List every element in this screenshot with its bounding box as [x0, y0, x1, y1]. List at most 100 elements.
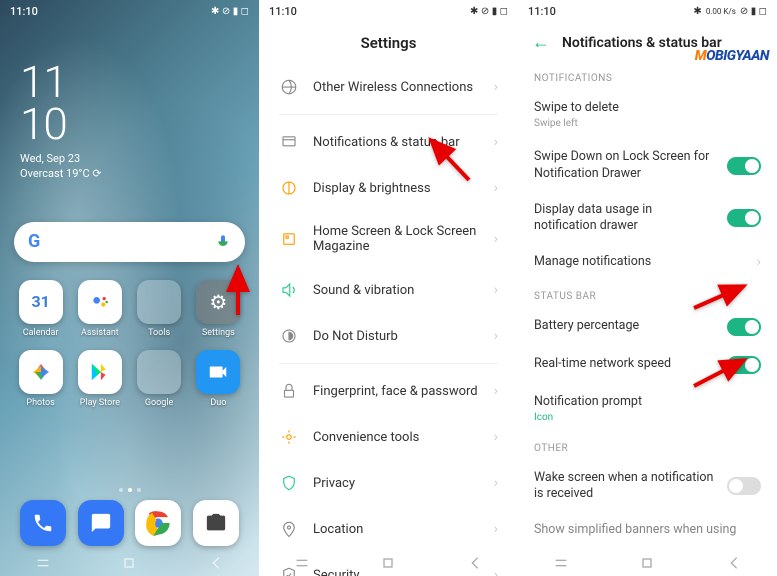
wireless-icon	[279, 77, 299, 97]
chevron-right-icon: ›	[494, 180, 498, 196]
app-settings[interactable]: ⚙Settings	[192, 280, 245, 338]
back-button[interactable]	[467, 555, 483, 571]
dnd-icon	[279, 326, 299, 346]
app-duo[interactable]: Duo	[192, 350, 245, 408]
status-time: 11:10	[269, 5, 297, 18]
home-button[interactable]	[380, 555, 396, 571]
back-button[interactable]	[208, 555, 224, 571]
chevron-right-icon: ›	[494, 521, 498, 537]
dock	[0, 500, 259, 546]
app-calendar[interactable]: 31Calendar	[14, 280, 67, 338]
back-button[interactable]	[726, 555, 742, 571]
google-search-bar[interactable]: G	[14, 222, 245, 262]
settings-item-homescreen[interactable]: Home Screen & Lock Screen Magazine›	[263, 211, 514, 267]
tools-icon	[279, 427, 299, 447]
pref-simplified-banners[interactable]: Show simplified banners when using	[518, 512, 777, 548]
pref-network-speed[interactable]: Real-time network speed	[518, 346, 777, 384]
pref-swipe-down[interactable]: Swipe Down on Lock Screen for Notificati…	[518, 139, 777, 192]
status-icons: ✱ 0.00 K/s ⊘ ▮ ◻	[693, 6, 767, 17]
chevron-right-icon: ›	[494, 79, 498, 95]
app-grid: 31Calendar Assistant Tools ⚙Settings Pho…	[0, 262, 259, 408]
folder-icon	[137, 350, 181, 394]
sound-icon	[279, 280, 299, 300]
status-time: 11:10	[10, 5, 38, 18]
clock-widget[interactable]: 11 10 Wed, Sep 23 Overcast 19°C ⟳	[0, 22, 259, 180]
notifications-settings-screen: 11:10 ✱ 0.00 K/s ⊘ ▮ ◻ ← Notifications &…	[518, 0, 777, 576]
app-play-store[interactable]: Play Store	[73, 350, 126, 408]
section-other: OTHER	[518, 433, 777, 460]
back-arrow-icon[interactable]: ←	[532, 32, 550, 53]
app-chrome[interactable]	[135, 500, 181, 546]
toggle-swipe-down[interactable]	[727, 157, 761, 175]
app-phone[interactable]	[20, 500, 66, 546]
app-tools-folder[interactable]: Tools	[133, 280, 186, 338]
toggle-network-speed[interactable]	[727, 356, 761, 374]
folder-icon	[137, 280, 181, 324]
chevron-right-icon: ›	[494, 429, 498, 445]
google-logo: G	[28, 231, 40, 252]
app-photos[interactable]: Photos	[14, 350, 67, 408]
clock-minute: 10	[20, 104, 259, 146]
play-store-icon	[78, 350, 122, 394]
toggle-battery[interactable]	[727, 318, 761, 336]
pref-notification-prompt[interactable]: Notification promptIcon	[518, 384, 777, 433]
settings-item-location[interactable]: Location›	[263, 506, 514, 552]
lock-icon	[279, 381, 299, 401]
settings-item-convenience[interactable]: Convenience tools›	[263, 414, 514, 460]
recents-button[interactable]	[294, 555, 310, 571]
settings-list: Other Wireless Connections› Notification…	[259, 64, 518, 576]
chevron-right-icon: ›	[494, 475, 498, 491]
app-assistant[interactable]: Assistant	[73, 280, 126, 338]
status-icons: ✱ ⊘ ▮ ◻	[470, 6, 508, 17]
pref-data-usage[interactable]: Display data usage in notification drawe…	[518, 192, 777, 245]
gear-icon: ⚙	[196, 280, 240, 324]
status-bar: 11:10 ✱ 0.00 K/s ⊘ ▮ ◻	[518, 0, 777, 22]
pref-manage-notifications[interactable]: Manage notifications›	[518, 244, 777, 280]
home-button[interactable]	[639, 555, 655, 571]
pref-battery-percentage[interactable]: Battery percentage	[518, 308, 777, 346]
clock-weather: Overcast 19°C ⟳	[20, 167, 259, 180]
settings-item-sound[interactable]: Sound & vibration›	[263, 267, 514, 313]
calendar-icon: 31	[19, 280, 63, 324]
home-button[interactable]	[121, 555, 137, 571]
mic-icon[interactable]	[215, 234, 231, 250]
chevron-right-icon: ›	[494, 328, 498, 344]
clock-date: Wed, Sep 23	[20, 152, 259, 165]
chevron-right-icon: ›	[757, 254, 761, 270]
app-camera[interactable]	[193, 500, 239, 546]
nav-bar	[0, 550, 259, 576]
toggle-wake-screen[interactable]	[727, 477, 761, 495]
nav-bar	[518, 550, 777, 576]
chevron-right-icon: ›	[494, 383, 498, 399]
section-status-bar: STATUS BAR	[518, 281, 777, 308]
status-bar: 11:10 ✱ ⊘ ▮ ◻	[259, 0, 518, 22]
nav-bar	[259, 550, 518, 576]
notification-icon	[279, 132, 299, 152]
privacy-icon	[279, 473, 299, 493]
toggle-data-usage[interactable]	[727, 209, 761, 227]
settings-item-notifications[interactable]: Notifications & status bar›	[263, 119, 514, 165]
assistant-icon	[78, 280, 122, 324]
chevron-right-icon: ›	[494, 231, 498, 247]
photos-icon	[19, 350, 63, 394]
home-icon	[279, 229, 299, 249]
chevron-right-icon: ›	[494, 282, 498, 298]
status-time: 11:10	[528, 5, 556, 18]
status-bar: 11:10 ✱ ⊘ ▮ ◻	[0, 0, 259, 22]
app-messages[interactable]	[78, 500, 124, 546]
recents-button[interactable]	[553, 555, 569, 571]
pref-swipe-delete[interactable]: Swipe to deleteSwipe left	[518, 90, 777, 139]
brightness-icon	[279, 178, 299, 198]
settings-screen: 11:10 ✱ ⊘ ▮ ◻ Settings Other Wireless Co…	[259, 0, 518, 576]
app-google-folder[interactable]: Google	[133, 350, 186, 408]
duo-icon	[196, 350, 240, 394]
recents-button[interactable]	[35, 555, 51, 571]
settings-item-dnd[interactable]: Do Not Disturb›	[263, 313, 514, 359]
settings-item-fingerprint[interactable]: Fingerprint, face & password›	[263, 368, 514, 414]
page-indicator	[0, 488, 259, 492]
settings-item-privacy[interactable]: Privacy›	[263, 460, 514, 506]
settings-item-display[interactable]: Display & brightness›	[263, 165, 514, 211]
settings-item-wireless[interactable]: Other Wireless Connections›	[263, 64, 514, 110]
pref-wake-screen[interactable]: Wake screen when a notification is recei…	[518, 460, 777, 513]
chevron-right-icon: ›	[494, 134, 498, 150]
